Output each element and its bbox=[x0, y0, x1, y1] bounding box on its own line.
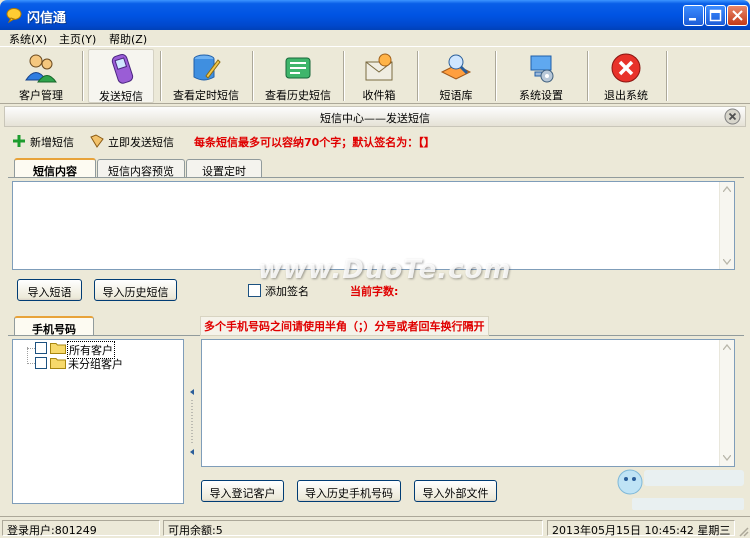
toolbar-separator bbox=[417, 51, 419, 101]
toolbar-label: 系统设置 bbox=[519, 89, 563, 102]
toolbar-customers-button[interactable]: 客户管理 bbox=[8, 49, 74, 103]
customer-tree[interactable]: 所有客户 未分组客户 bbox=[12, 339, 184, 504]
import-history-numbers-button[interactable]: 导入历史手机号码 bbox=[297, 480, 401, 502]
app-logo-icon bbox=[6, 8, 22, 23]
settings-icon bbox=[530, 55, 554, 83]
import-external-file-button[interactable]: 导入外部文件 bbox=[414, 480, 497, 502]
close-icon bbox=[732, 10, 743, 21]
new-sms-label: 新增短信 bbox=[30, 136, 74, 149]
add-signature-label: 添加签名 bbox=[265, 285, 309, 298]
plus-icon bbox=[13, 135, 25, 147]
tree-item-checkbox[interactable] bbox=[35, 342, 47, 354]
scroll-down-icon[interactable] bbox=[723, 259, 731, 265]
scheduled-sms-icon bbox=[193, 54, 221, 81]
toolbar-history-sms-button[interactable]: 查看历史短信 bbox=[258, 49, 338, 103]
toolbar-label: 客户管理 bbox=[19, 89, 63, 102]
toolbar-label: 短语库 bbox=[439, 89, 473, 102]
toolbar-settings-button[interactable]: 系统设置 bbox=[501, 49, 581, 103]
toolbar-scheduled-sms-button[interactable]: 查看定时短信 bbox=[166, 49, 246, 103]
tree-item-checkbox[interactable] bbox=[35, 357, 47, 369]
toolbar-label: 查看定时短信 bbox=[173, 89, 239, 102]
exit-icon bbox=[611, 53, 641, 83]
tree-line bbox=[27, 347, 28, 364]
phone-numbers-input[interactable] bbox=[201, 339, 735, 467]
toolbar-label: 发送短信 bbox=[99, 90, 143, 103]
toolbar: 客户管理 发送短信 查看定时短信 查看历史短信 收件箱 短语库 系统设置 退出系… bbox=[0, 46, 750, 104]
toolbar-separator bbox=[343, 51, 345, 101]
toolbar-send-sms-button[interactable]: 发送短信 bbox=[88, 49, 154, 103]
tab-schedule[interactable]: 设置定时 bbox=[186, 159, 262, 178]
status-user: 登录用户:801249 bbox=[2, 520, 160, 537]
menu-system[interactable]: 系统(X) bbox=[9, 31, 47, 47]
toolbar-label: 退出系统 bbox=[604, 89, 648, 102]
minimize-button[interactable] bbox=[683, 5, 704, 26]
toolbar-separator bbox=[252, 51, 254, 101]
toolbar-inbox-button[interactable]: 收件箱 bbox=[349, 49, 409, 103]
toolbar-phrase-library-button[interactable]: 短语库 bbox=[423, 49, 489, 103]
import-registered-customers-button[interactable]: 导入登记客户 bbox=[201, 480, 284, 502]
status-datetime: 2013年05月15日 10:45:42 星期三 bbox=[547, 520, 735, 537]
toolbar-label: 收件箱 bbox=[362, 89, 396, 102]
add-signature-checkbox[interactable] bbox=[248, 284, 261, 297]
users-icon bbox=[25, 54, 57, 83]
splitter-handle[interactable] bbox=[188, 388, 196, 456]
toolbar-separator bbox=[495, 51, 497, 101]
tab-sms-preview[interactable]: 短信内容预览 bbox=[97, 159, 185, 178]
toolbar-label: 查看历史短信 bbox=[265, 89, 331, 102]
panel-title: 短信中心——发送短信 bbox=[320, 112, 430, 125]
tree-item-label: 未分组客户 bbox=[68, 358, 123, 371]
tab-divider bbox=[8, 177, 744, 178]
panel-close-icon[interactable] bbox=[724, 108, 741, 125]
phone-numbers-scrollbar[interactable] bbox=[719, 340, 734, 466]
history-sms-icon bbox=[285, 57, 311, 79]
sms-length-notice: 每条短信最多可以容纳70个字；默认签名为：【】 bbox=[194, 136, 435, 149]
maximize-icon bbox=[709, 9, 722, 22]
scroll-up-icon[interactable] bbox=[723, 344, 731, 350]
send-now-label: 立即发送短信 bbox=[108, 136, 174, 149]
toolbar-exit-button[interactable]: 退出系统 bbox=[593, 49, 659, 103]
watermark: www.DuoTe.com bbox=[258, 255, 512, 285]
toolbar-separator bbox=[82, 51, 84, 101]
site-logo-icon bbox=[617, 469, 744, 510]
toolbar-separator bbox=[587, 51, 589, 101]
phone-icon bbox=[111, 54, 134, 84]
send-icon bbox=[90, 134, 104, 148]
status-balance: 可用余额:5 bbox=[163, 520, 543, 537]
phone-separator-notice: 多个手机号码之间请使用半角（；）分号或者回车换行隔开 bbox=[200, 316, 489, 336]
title-bar[interactable]: 闪信通 bbox=[0, 0, 750, 30]
char-count-label: 当前字数: bbox=[350, 285, 399, 298]
folder-icon bbox=[50, 343, 66, 354]
scroll-down-icon[interactable] bbox=[723, 455, 731, 461]
panel-header: 短信中心——发送短信 bbox=[4, 106, 746, 127]
folder-icon bbox=[50, 358, 66, 369]
menu-bar: 系统(X) 主页(Y) 帮助(Z) bbox=[0, 30, 750, 46]
inbox-icon bbox=[365, 53, 393, 81]
import-phrase-button[interactable]: 导入短语 bbox=[17, 279, 82, 301]
menu-help[interactable]: 帮助(Z) bbox=[109, 31, 147, 47]
import-history-sms-button[interactable]: 导入历史短信 bbox=[94, 279, 177, 301]
menu-home[interactable]: 主页(Y) bbox=[59, 31, 96, 47]
tab-sms-content[interactable]: 短信内容 bbox=[14, 158, 96, 178]
minimize-icon bbox=[689, 18, 696, 21]
toolbar-separator bbox=[666, 51, 668, 101]
tree-line bbox=[27, 348, 35, 349]
phrase-library-icon bbox=[440, 54, 472, 80]
maximize-button[interactable] bbox=[705, 5, 726, 26]
sms-content-scrollbar[interactable] bbox=[719, 182, 734, 269]
resize-grip-icon[interactable] bbox=[737, 525, 749, 537]
status-bar: 登录用户:801249 可用余额:5 2013年05月15日 10:45:42 … bbox=[0, 516, 750, 538]
tab-phone-numbers[interactable]: 手机号码 bbox=[14, 316, 94, 336]
close-button[interactable] bbox=[727, 5, 748, 26]
toolbar-separator bbox=[160, 51, 162, 101]
window-title: 闪信通 bbox=[27, 11, 67, 26]
tree-line bbox=[27, 363, 35, 364]
scroll-up-icon[interactable] bbox=[723, 186, 731, 192]
collapse-arrow-icon bbox=[190, 389, 194, 455]
